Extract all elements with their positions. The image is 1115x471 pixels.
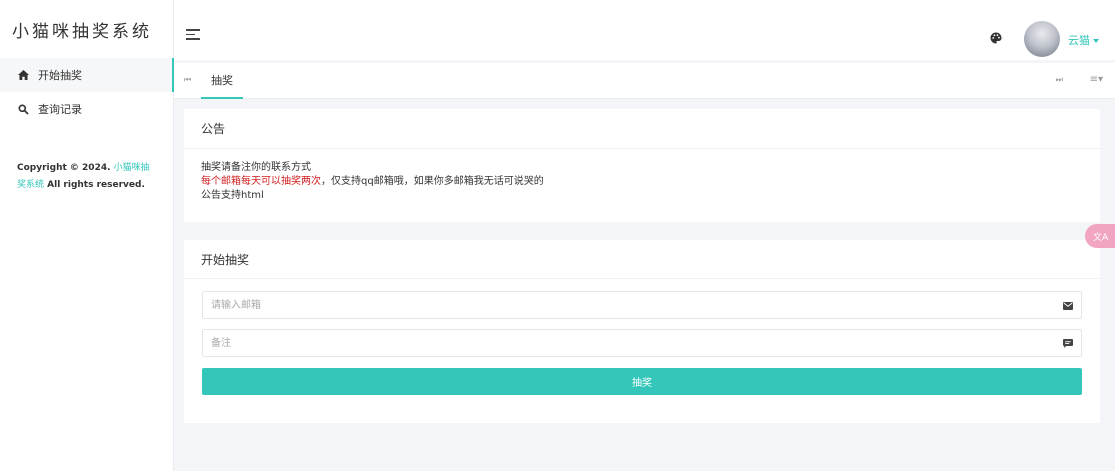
copyright: Copyright © 2024. 小猫咪抽奖系统 All rights res… [0,160,173,194]
draw-card: 开始抽奖 抽奖 [184,240,1100,423]
search-icon [16,104,30,115]
notice-line: 抽奖请备注你的联系方式 [201,162,311,173]
notice-line: 公告支持html [201,190,264,201]
copyright-prefix: Copyright © 2024. [17,163,114,173]
comment-icon [1063,338,1073,351]
user-menu[interactable]: 云猫 [1068,32,1099,48]
sidebar: 小猫咪抽奖系统 开始抽奖 查询记录 Copyright © 2024. 小猫咪抽… [0,0,174,471]
brand-title: 小猫咪抽奖系统 [12,21,152,42]
sidebar-item-start-draw[interactable]: 开始抽奖 [0,58,174,92]
note-field [202,329,1082,357]
user-name: 云猫 [1068,34,1090,47]
avatar[interactable] [1024,21,1060,57]
envelope-icon [1063,300,1073,313]
copyright-suffix: All rights reserved. [44,180,145,190]
email-input[interactable] [203,292,1081,318]
sidebar-item-query-records[interactable]: 查询记录 [0,92,173,126]
notice-body: 抽奖请备注你的联系方式 每个邮箱每天可以抽奖两次，仅支持qq邮箱哦，如果你多邮箱… [184,149,1100,215]
email-field [202,291,1082,319]
sidebar-item-label: 开始抽奖 [38,69,82,82]
note-input[interactable] [203,330,1081,356]
translate-icon[interactable]: 文A [1085,224,1115,248]
notice-card: 公告 抽奖请备注你的联系方式 每个邮箱每天可以抽奖两次，仅支持qq邮箱哦，如果你… [184,109,1100,222]
tab-draw[interactable]: 抽奖 [201,63,243,99]
sidebar-item-label: 查询记录 [38,103,82,116]
home-icon [16,70,30,80]
draw-title: 开始抽奖 [184,240,1100,279]
tab-scroll-left-icon[interactable]: ⏮ [184,75,191,85]
notice-highlight: 每个邮箱每天可以抽奖两次 [201,176,321,187]
notice-line: 每个邮箱每天可以抽奖两次，仅支持qq邮箱哦，如果你多邮箱我无话可说哭的 [201,175,1083,189]
tab-scroll-right-icon[interactable]: ⏭ [1056,75,1063,85]
notice-text: ，仅支持qq邮箱哦，如果你多邮箱我无话可说哭的 [321,176,544,187]
menu-toggle-icon[interactable] [186,29,200,43]
tab-label: 抽奖 [211,74,233,87]
notice-title: 公告 [184,109,1100,149]
draw-button[interactable]: 抽奖 [202,368,1082,395]
tab-bar: ⏮ 抽奖 ⏭ ≡▾ [174,63,1115,99]
tab-options-icon[interactable]: ≡▾ [1090,74,1103,85]
caret-down-icon [1093,39,1099,43]
palette-icon[interactable] [990,32,1002,47]
top-header: 云猫 [174,0,1115,60]
